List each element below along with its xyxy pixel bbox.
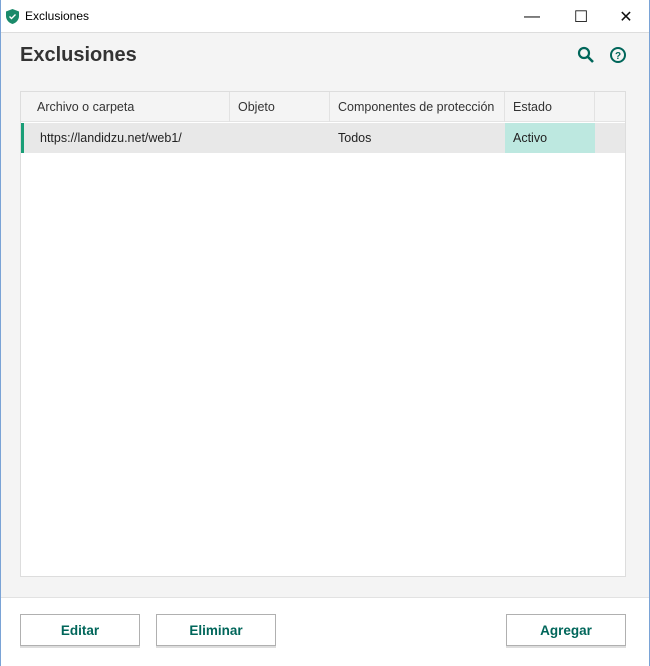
window-title: Exclusiones: [25, 9, 90, 23]
search-icon[interactable]: [577, 46, 595, 64]
maximize-button[interactable]: ☐: [558, 0, 604, 33]
column-header-status[interactable]: Estado: [505, 92, 595, 122]
title-bar: Exclusiones — ☐ ✕: [1, 0, 649, 33]
cell-path: https://landidzu.net/web1/: [40, 131, 182, 145]
svg-text:?: ?: [615, 51, 621, 62]
delete-button[interactable]: Eliminar: [156, 614, 276, 646]
status-badge: Activo: [505, 123, 595, 153]
exclusions-table: Archivo o carpeta Objeto Componentes de …: [20, 91, 626, 577]
table-row[interactable]: https://landidzu.net/web1/ Todos Activo: [21, 123, 625, 153]
add-button[interactable]: Agregar: [506, 614, 626, 646]
close-button[interactable]: ✕: [603, 0, 649, 33]
cell-components: Todos: [338, 131, 372, 145]
page-title: Exclusiones: [20, 44, 137, 66]
table-header: Archivo o carpeta Objeto Componentes de …: [21, 92, 625, 122]
shield-icon: [6, 8, 19, 24]
column-header-spacer: [595, 92, 625, 122]
footer: Editar Eliminar Agregar: [1, 597, 649, 666]
exclusions-window: Exclusiones — ☐ ✕ Exclusiones ? Archivo …: [0, 0, 650, 666]
column-header-object[interactable]: Objeto: [230, 92, 330, 122]
minimize-button[interactable]: —: [509, 0, 555, 33]
cell-object: [230, 123, 330, 153]
help-icon[interactable]: ?: [609, 46, 627, 64]
cell-spacer: [595, 123, 625, 153]
column-header-components[interactable]: Componentes de protección: [330, 92, 505, 122]
column-header-file[interactable]: Archivo o carpeta: [21, 92, 230, 122]
edit-button[interactable]: Editar: [20, 614, 140, 646]
